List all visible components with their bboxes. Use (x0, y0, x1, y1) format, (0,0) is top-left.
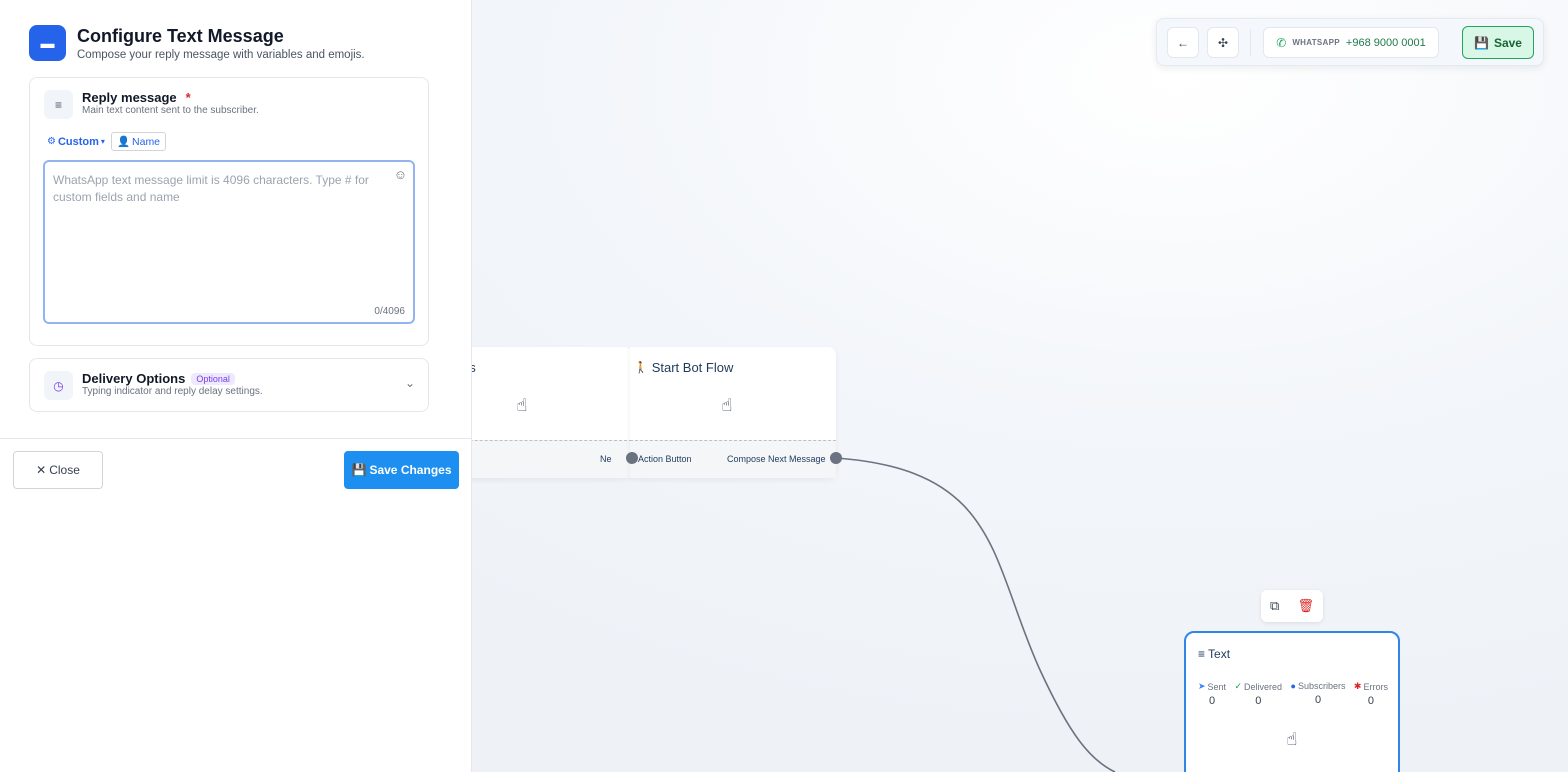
stat-errors: ✱ Errors 0 (1354, 681, 1388, 707)
stat-value: 0 (1208, 695, 1216, 707)
list-icon: ≡ (1198, 647, 1206, 661)
flow-node-text[interactable]: ≡ Text ➤ Sent 0 ✓ Delivered 0 ● Subscribers… (1184, 631, 1400, 772)
hand-pointer-icon[interactable]: ☝ (715, 395, 739, 421)
trash-icon[interactable]: 🗑 (1297, 598, 1314, 614)
section-title: Reply message * (82, 90, 191, 105)
save-label: Save (1493, 35, 1522, 50)
stat-value: 0 (1367, 695, 1374, 707)
node-title: ≡ Text (1198, 647, 1230, 661)
caret-down-icon: ▾ (100, 137, 105, 146)
node-title: 🚶 Start Bot Flow (634, 360, 733, 375)
stat-sent: ➤ Sent 0 (1198, 681, 1226, 707)
stat-delivered: ✓ Delivered 0 (1235, 681, 1283, 707)
stat-value: 0 (1314, 694, 1322, 706)
send-icon: ➤ (1198, 681, 1206, 691)
top-toolbar: ← ✣ ✆ WHATSAPP +968 9000 0001 💾 Save (1156, 18, 1544, 66)
compress-icon: ✣ (1217, 35, 1229, 50)
node-footer: Action Button Compose Next Message (630, 440, 836, 478)
insert-name-button[interactable]: 👤 Name (110, 132, 167, 151)
close-button[interactable]: ✕ Close (13, 451, 103, 489)
align-left-icon: ≡ (44, 90, 73, 119)
required-mark: * (185, 90, 191, 105)
stat-subscribers: ● Subscribers 0 (1291, 681, 1346, 707)
message-icon: ▬ (29, 25, 66, 61)
arrow-left-icon: ← (1177, 35, 1189, 50)
stat-label: Sent (1207, 681, 1227, 692)
hand-pointer-icon[interactable]: ☝ (510, 395, 534, 421)
output-port[interactable] (830, 452, 842, 464)
fit-view-button[interactable]: ✣ (1207, 27, 1239, 58)
emoji-icon[interactable]: ☺ (394, 167, 407, 182)
node-stats: ➤ Sent 0 ✓ Delivered 0 ● Subscribers 0 ✱ Err… (1198, 681, 1388, 707)
close-icon: ✕ (36, 463, 47, 477)
bug-icon: ✱ (1353, 681, 1362, 691)
phone-number: +968 9000 0001 (1345, 36, 1426, 49)
footer-next-label: Ne (600, 454, 612, 464)
variable-toolbar: ⚙ Custom ▾ 👤 Name (47, 132, 167, 151)
save-changes-label: Save Changes (369, 463, 452, 477)
stat-label: Errors (1363, 681, 1388, 692)
stat-label: Subscribers (1297, 681, 1346, 691)
clock-icon: ◷ (44, 371, 73, 400)
check-circle-icon: ✓ (1234, 681, 1243, 691)
node-toolbar: ⧉ 🗑 (1261, 590, 1323, 622)
char-count: 0/4096 (374, 306, 405, 317)
section-title-text: Reply message (82, 90, 177, 105)
whatsapp-icon: ✆ (1276, 35, 1287, 50)
custom-label: Custom (57, 135, 99, 148)
panel-divider (0, 438, 472, 439)
section-subtitle: Typing indicator and reply delay setting… (82, 386, 263, 397)
configure-text-panel: ▬ Configure Text Message Compose your re… (0, 0, 472, 772)
reply-message-box: ☺ 0/4096 (43, 160, 415, 324)
save-changes-button[interactable]: 💾 Save Changes (344, 451, 459, 489)
floppy-disk-icon: 💾 (1474, 35, 1489, 50)
reply-message-input[interactable] (53, 172, 383, 302)
user-icon: 👤 (116, 136, 131, 148)
delivery-options-section[interactable]: ◷ Delivery Options Optional Typing indic… (29, 358, 429, 412)
floppy-disk-icon: 💾 (351, 463, 367, 477)
panel-subtitle: Compose your reply message with variable… (77, 49, 365, 61)
stat-value: 0 (1255, 695, 1262, 707)
node-title-text: Start Bot Flow (651, 360, 734, 375)
whatsapp-number-chip[interactable]: ✆ WHATSAPP +968 9000 0001 (1263, 27, 1439, 58)
flow-node-start-bot-flow[interactable]: 🚶 Start Bot Flow ☝ Action Button Compose… (630, 347, 836, 478)
footer-action-label: Action Button (638, 454, 692, 464)
gears-icon: ⚙ (47, 136, 56, 147)
whatsapp-label: WHATSAPP (1292, 38, 1340, 47)
close-label: Close (49, 463, 80, 477)
toolbar-divider (1250, 29, 1251, 56)
optional-badge: Optional (191, 372, 235, 385)
copy-icon[interactable]: ⧉ (1270, 598, 1279, 614)
input-port[interactable] (626, 452, 638, 464)
section-subtitle: Main text content sent to the subscriber… (82, 105, 259, 116)
section-title-text: Delivery Options (82, 371, 186, 386)
name-label: Name (132, 135, 161, 148)
save-button[interactable]: 💾 Save (1462, 26, 1534, 59)
chevron-down-icon[interactable]: ⌄ (405, 376, 415, 390)
back-button[interactable]: ← (1167, 27, 1199, 58)
custom-fields-dropdown[interactable]: ⚙ Custom ▾ (47, 136, 105, 148)
hand-pointer-icon[interactable]: ☝ (1280, 729, 1304, 755)
section-title: Delivery Options Optional (82, 371, 235, 386)
stat-label: Delivered (1244, 681, 1283, 692)
panel-title: Configure Text Message (77, 26, 284, 46)
reply-message-section: ≡ Reply message * Main text content sent… (29, 77, 429, 346)
footer-compose-label: Compose Next Message (727, 454, 826, 464)
walking-person-icon: 🚶 (634, 362, 648, 374)
node-title-text: Text (1208, 647, 1231, 661)
user-circle-icon: ● (1290, 681, 1296, 691)
